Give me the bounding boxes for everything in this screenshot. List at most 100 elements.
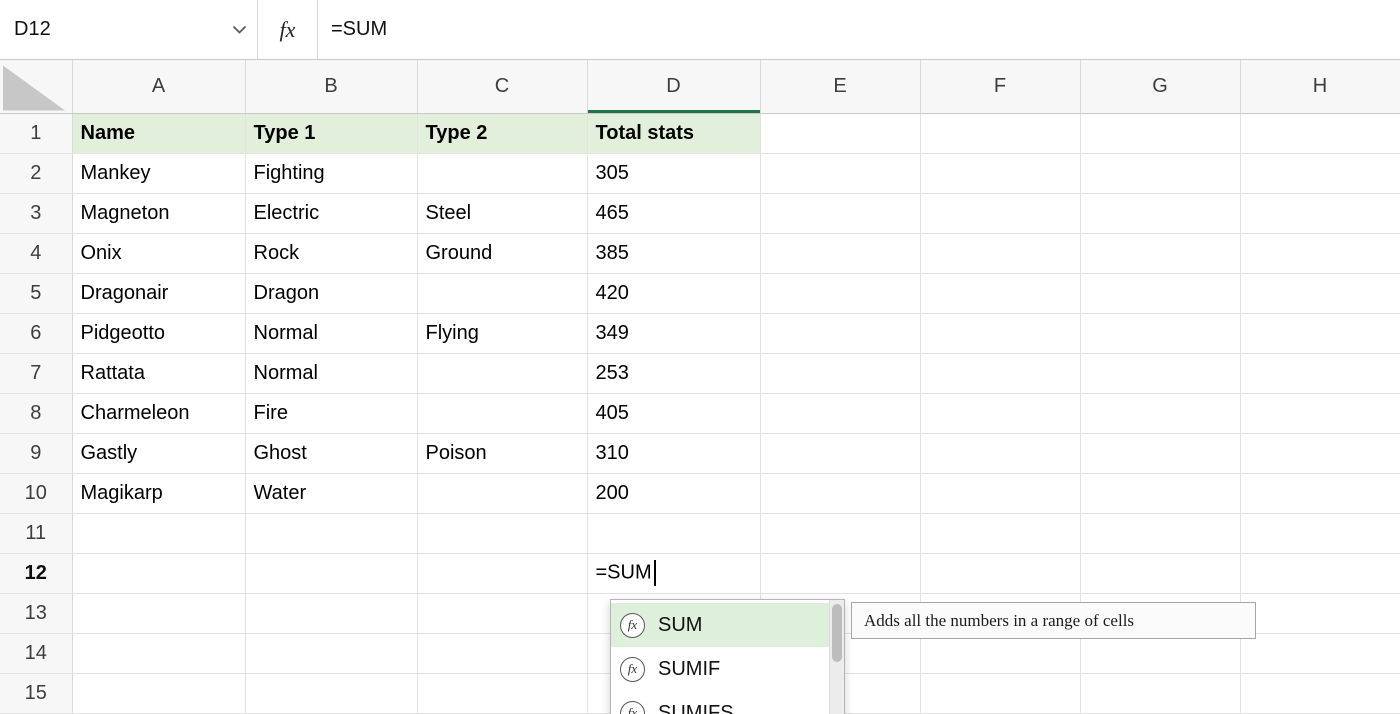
cell[interactable]: Mankey: [72, 153, 245, 193]
active-cell-d12[interactable]: =SUM: [587, 553, 760, 593]
autocomplete-item-sumif[interactable]: fx SUMIF: [611, 647, 829, 691]
cell[interactable]: [417, 593, 587, 633]
cell[interactable]: [1080, 273, 1240, 313]
cell[interactable]: [920, 393, 1080, 433]
cell[interactable]: [920, 553, 1080, 593]
row-header[interactable]: 15: [0, 673, 72, 713]
cell[interactable]: [1080, 553, 1240, 593]
cell[interactable]: Fire: [245, 393, 417, 433]
cell[interactable]: [760, 513, 920, 553]
row-header[interactable]: 1: [0, 113, 72, 153]
cell[interactable]: 310: [587, 433, 760, 473]
row-header[interactable]: 5: [0, 273, 72, 313]
cell[interactable]: 349: [587, 313, 760, 353]
cell[interactable]: [1080, 313, 1240, 353]
cell[interactable]: [920, 113, 1080, 153]
row-header[interactable]: 12: [0, 553, 72, 593]
column-header-e[interactable]: E: [760, 60, 920, 113]
cell[interactable]: [920, 673, 1080, 713]
cell[interactable]: Poison: [417, 433, 587, 473]
cell[interactable]: [760, 353, 920, 393]
cell[interactable]: [920, 353, 1080, 393]
cell[interactable]: [1080, 153, 1240, 193]
cell[interactable]: [587, 513, 760, 553]
formula-input[interactable]: =SUM: [318, 0, 1400, 59]
cell[interactable]: [1240, 433, 1400, 473]
column-header-f[interactable]: F: [920, 60, 1080, 113]
cell[interactable]: [417, 473, 587, 513]
cell[interactable]: [417, 553, 587, 593]
row-header[interactable]: 6: [0, 313, 72, 353]
cell[interactable]: Total stats: [587, 113, 760, 153]
cell[interactable]: Onix: [72, 233, 245, 273]
cell[interactable]: [1080, 353, 1240, 393]
cell[interactable]: [760, 113, 920, 153]
cell[interactable]: [760, 193, 920, 233]
cell[interactable]: [417, 273, 587, 313]
cell[interactable]: Type 2: [417, 113, 587, 153]
cell[interactable]: [1240, 113, 1400, 153]
row-header[interactable]: 10: [0, 473, 72, 513]
scrollbar[interactable]: [829, 600, 844, 714]
cell[interactable]: Normal: [245, 353, 417, 393]
cell[interactable]: [417, 633, 587, 673]
cell[interactable]: Name: [72, 113, 245, 153]
cell[interactable]: [760, 473, 920, 513]
row-header[interactable]: 3: [0, 193, 72, 233]
row-header[interactable]: 13: [0, 593, 72, 633]
cell[interactable]: [1080, 113, 1240, 153]
cell[interactable]: [72, 633, 245, 673]
cell[interactable]: Charmeleon: [72, 393, 245, 433]
row-header[interactable]: 14: [0, 633, 72, 673]
cell[interactable]: [760, 273, 920, 313]
row-header[interactable]: 7: [0, 353, 72, 393]
cell[interactable]: [920, 513, 1080, 553]
cell[interactable]: [72, 513, 245, 553]
column-header-h[interactable]: H: [1240, 60, 1400, 113]
cell[interactable]: [1080, 433, 1240, 473]
cell[interactable]: [1080, 233, 1240, 273]
autocomplete-item-sumifs[interactable]: fx SUMIFS: [611, 691, 829, 714]
cell[interactable]: [920, 473, 1080, 513]
cell[interactable]: [760, 433, 920, 473]
column-header-c[interactable]: C: [417, 60, 587, 113]
cell[interactable]: 305: [587, 153, 760, 193]
cell[interactable]: [1080, 193, 1240, 233]
cell[interactable]: [72, 553, 245, 593]
cell[interactable]: [1240, 513, 1400, 553]
cell[interactable]: [920, 193, 1080, 233]
scrollbar-thumb[interactable]: [832, 604, 842, 662]
row-header[interactable]: 2: [0, 153, 72, 193]
cell[interactable]: Normal: [245, 313, 417, 353]
cell[interactable]: 465: [587, 193, 760, 233]
cell[interactable]: [1240, 233, 1400, 273]
cell[interactable]: [1240, 553, 1400, 593]
cell[interactable]: Fighting: [245, 153, 417, 193]
cell[interactable]: Water: [245, 473, 417, 513]
cell[interactable]: [1080, 513, 1240, 553]
column-header-g[interactable]: G: [1080, 60, 1240, 113]
cell[interactable]: [1080, 633, 1240, 673]
cell[interactable]: [760, 393, 920, 433]
column-header-a[interactable]: A: [72, 60, 245, 113]
cell[interactable]: [1240, 153, 1400, 193]
cell[interactable]: [1080, 673, 1240, 713]
cell[interactable]: [920, 313, 1080, 353]
cell[interactable]: Magikarp: [72, 473, 245, 513]
cell[interactable]: [417, 513, 587, 553]
cell[interactable]: Ghost: [245, 433, 417, 473]
autocomplete-item-sum[interactable]: fx SUM: [611, 603, 829, 647]
cell[interactable]: Pidgeotto: [72, 313, 245, 353]
cell[interactable]: [245, 673, 417, 713]
cell[interactable]: [1240, 353, 1400, 393]
cell[interactable]: Rattata: [72, 353, 245, 393]
cell[interactable]: [245, 633, 417, 673]
row-header[interactable]: 8: [0, 393, 72, 433]
cell[interactable]: [1240, 393, 1400, 433]
cell[interactable]: Type 1: [245, 113, 417, 153]
cell[interactable]: Steel: [417, 193, 587, 233]
select-all-corner[interactable]: [0, 60, 72, 113]
cell[interactable]: [920, 633, 1080, 673]
cell[interactable]: [920, 433, 1080, 473]
row-header[interactable]: 11: [0, 513, 72, 553]
